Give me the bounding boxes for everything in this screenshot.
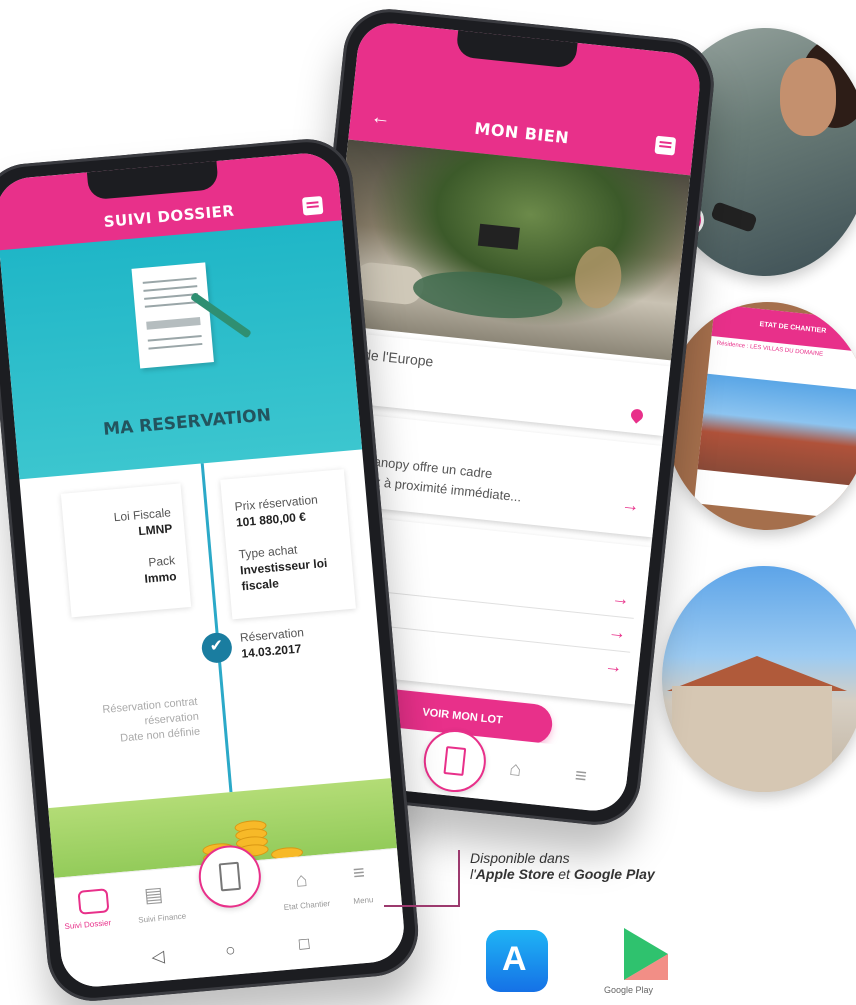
home-button[interactable] — [420, 726, 489, 796]
milestone-date: 14.03.2017 — [240, 641, 302, 661]
folder-icon[interactable] — [77, 888, 110, 915]
nav-etat-chantier[interactable]: Etat Chantier — [283, 899, 330, 912]
phone-suivi-dossier: SUIVI DOSSIER MA RESERVATION Loi Fiscale… — [0, 135, 422, 1005]
arrow-right-icon[interactable]: → — [607, 621, 627, 644]
menu-icon[interactable]: ≡ — [352, 862, 366, 886]
availability-conj: et — [554, 866, 574, 882]
arrow-right-icon[interactable]: → — [620, 494, 641, 517]
tv-shape — [477, 223, 520, 250]
face-shape — [780, 58, 836, 136]
arrow-right-icon[interactable]: → — [604, 655, 624, 678]
chat-icon[interactable] — [301, 195, 324, 216]
value-loi-fiscale: LMNP — [137, 521, 173, 539]
doc-block — [146, 317, 201, 330]
chat-icon[interactable] — [654, 135, 677, 156]
nav-suivi-dossier[interactable]: Suivi Dossier — [64, 918, 111, 931]
pending-milestone: Réservation contrat réservation Date non… — [102, 695, 201, 748]
nav-menu[interactable]: Menu — [353, 895, 374, 906]
house-shape — [672, 686, 832, 792]
google-play-icon-accent — [624, 928, 668, 980]
check-icon — [200, 631, 234, 665]
crane-icon[interactable]: ⌂ — [294, 869, 308, 893]
price-info-card: Prix réservation 101 880,00 € Type achat… — [220, 469, 356, 620]
suivi-dossier-screen: SUIVI DOSSIER MA RESERVATION Loi Fiscale… — [0, 150, 407, 990]
google-play-text: Google Play — [573, 866, 655, 882]
smartphone-shape — [710, 201, 758, 233]
home-circle-icon[interactable]: ○ — [224, 940, 236, 961]
apple-store-label: Apple Store — [475, 866, 555, 882]
arrow-right-icon[interactable]: → — [611, 588, 631, 611]
callout-line-vertical — [458, 850, 460, 906]
crane-icon[interactable]: ⌂ — [508, 758, 522, 782]
google-play-label: Google Play — [604, 985, 654, 995]
doc-line — [147, 334, 202, 342]
construction-screen-photo: ETAT DE CHANTIER Résidence : LES VILLAS … — [664, 302, 856, 530]
app-store-icon[interactable]: A — [486, 930, 548, 992]
document-illustration — [131, 262, 214, 369]
nav-suivi-finance[interactable]: Suivi Finance — [138, 912, 187, 925]
availability-line: Disponible dans — [470, 850, 570, 866]
doc-line — [143, 285, 198, 292]
recents-square-icon[interactable]: □ — [298, 934, 310, 955]
mini-app-screen: ETAT DE CHANTIER Résidence : LES VILLAS … — [693, 304, 856, 520]
doc-line — [142, 277, 197, 284]
fiscal-info-card: Loi Fiscale LMNP Pack Immo — [60, 483, 192, 618]
availability-stores: l'Apple Store et Google Play — [470, 866, 655, 882]
finance-icon[interactable]: ▤ — [143, 882, 164, 909]
doc-line — [148, 342, 203, 350]
construction-photo — [697, 373, 856, 487]
doc-line — [144, 301, 199, 308]
hanging-chair-shape — [572, 244, 625, 311]
availability-text: Disponible dans l'Apple Store et Google … — [470, 850, 655, 882]
house-photo — [662, 566, 856, 792]
map-pin-icon[interactable] — [628, 406, 646, 424]
building-icon — [218, 861, 242, 892]
menu-icon[interactable]: ≡ — [574, 765, 588, 789]
building-icon — [443, 746, 467, 776]
callout-line-horizontal — [384, 905, 460, 907]
back-triangle-icon[interactable]: ◁ — [151, 947, 166, 968]
rug-shape — [410, 265, 565, 325]
property-photo — [328, 139, 691, 361]
value-pack: Immo — [143, 569, 178, 586]
